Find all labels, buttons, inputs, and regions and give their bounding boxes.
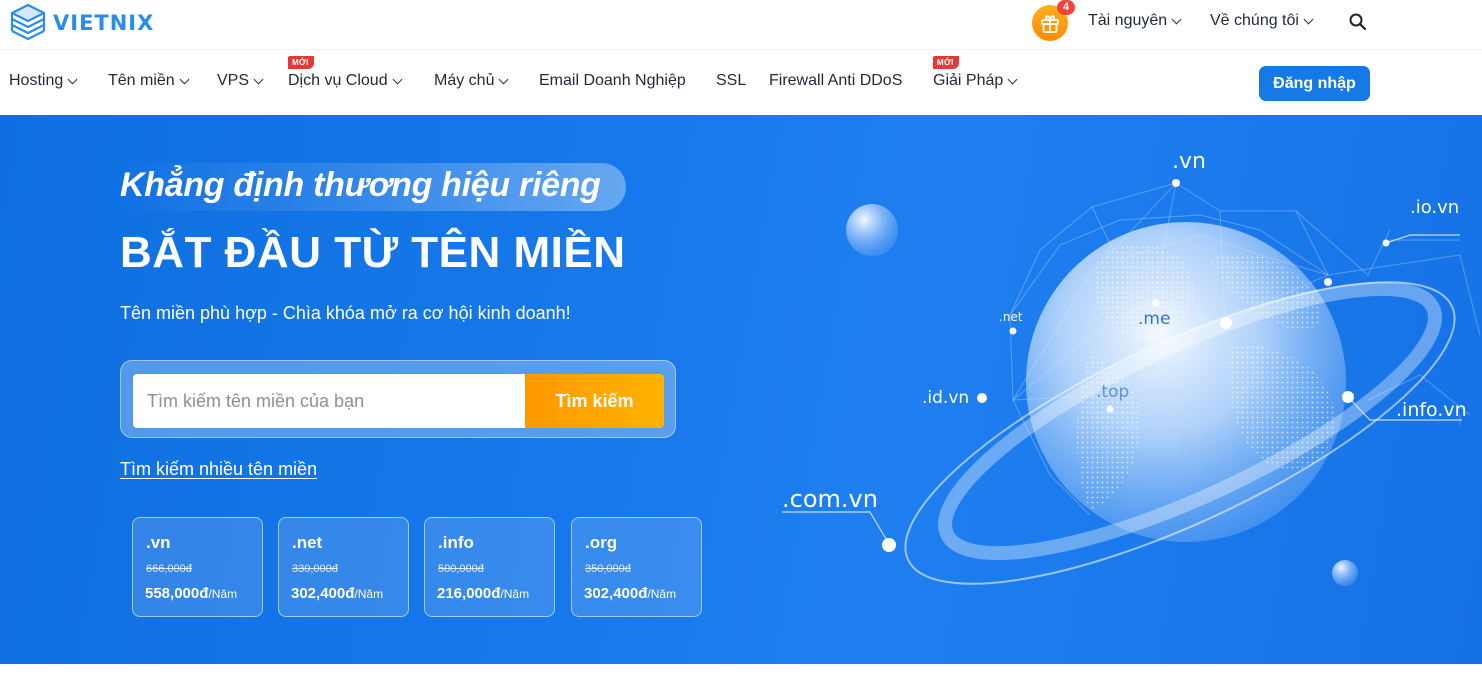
chevron-down-icon	[179, 74, 190, 84]
globe-label-io-vn: .io.vn	[1410, 197, 1460, 218]
chevron-down-icon	[1171, 14, 1182, 24]
stacked-cube-logo-icon	[10, 3, 46, 41]
price-unit: /Năm	[647, 587, 677, 601]
globe-label-id-vn: .id.vn	[922, 388, 970, 408]
price-card-new-price: 302,400đ/Năm	[584, 585, 676, 602]
price-unit: /Năm	[500, 587, 530, 601]
price-card-info[interactable]: .info 500,000đ 216,000đ/Năm	[424, 517, 555, 617]
nav-item-label: Dịch vụ Cloud	[288, 72, 388, 89]
globe-label-com-vn: .com.vn	[782, 485, 878, 513]
gift-icon	[1041, 15, 1059, 33]
price-value: 216,000đ	[437, 585, 501, 602]
hero-slogan: Khẳng định thương hiệu riêng	[120, 166, 601, 204]
globe-label-me: .me	[1138, 309, 1171, 329]
nav-item-ssl[interactable]: SSL	[716, 72, 746, 90]
nav-item-email-doanh-nghiep[interactable]: Email Doanh Nghiệp	[539, 72, 686, 90]
price-value: 302,400đ	[291, 585, 355, 602]
nav-item-label: Tên miền	[108, 72, 175, 89]
brand-logo[interactable]: VIETNIX	[9, 3, 154, 43]
menu-ve-chung-toi-label: Về chúng tôi	[1210, 12, 1299, 29]
price-card-new-price: 216,000đ/Năm	[437, 585, 529, 602]
nav-item-dich-vu-cloud[interactable]: Dịch vụ Cloud	[288, 72, 403, 90]
price-card-old-price: 500,000đ	[438, 563, 484, 575]
search-button[interactable]	[1348, 12, 1368, 32]
chevron-down-icon	[499, 74, 509, 84]
nav-item-label: VPS	[217, 72, 250, 89]
chevron-down-icon	[67, 74, 78, 84]
top-bar: VIETNIX 4 Tài nguyên Về chúng tôi	[0, 0, 1482, 50]
price-card-new-price: 302,400đ/Năm	[291, 585, 383, 602]
price-card-extension: .org	[585, 533, 618, 552]
price-card-vn[interactable]: .vn 666,000đ 558,000đ/Năm	[132, 517, 263, 617]
price-card-extension: .info	[438, 533, 474, 552]
nav-item-vps[interactable]: VPS	[217, 72, 264, 90]
multi-domain-search-link[interactable]: Tìm kiếm nhiều tên miền	[120, 459, 317, 480]
domain-search-box: Tìm kiếm	[120, 360, 676, 438]
floating-sphere	[1332, 560, 1358, 586]
price-value: 558,000đ	[145, 585, 209, 602]
new-badge: MỚI	[288, 56, 314, 69]
chevron-down-icon	[392, 74, 403, 84]
price-card-net[interactable]: .net 330,000đ 302,400đ/Năm	[278, 517, 409, 617]
price-card-extension: .vn	[146, 533, 171, 552]
globe-label-vn: .vn	[1172, 149, 1206, 174]
search-icon	[1349, 13, 1367, 31]
nav-item-label: Email Doanh Nghiệp	[539, 72, 686, 89]
nav-item-ten-mien[interactable]: Tên miền	[108, 72, 190, 90]
chevron-down-icon	[1007, 74, 1018, 84]
domain-search-input[interactable]	[133, 374, 525, 428]
brand-name: VIETNIX	[53, 11, 155, 35]
globe-label-net: .net	[999, 310, 1023, 324]
floating-sphere	[846, 204, 898, 256]
price-card-old-price: 350,000đ	[585, 563, 631, 575]
menu-tai-nguyen[interactable]: Tài nguyên	[1088, 12, 1182, 30]
nav-item-label: Hosting	[9, 72, 64, 89]
price-card-extension: .net	[292, 533, 323, 552]
globe-label-info-vn: .info.vn	[1396, 399, 1467, 421]
nav-item-label: Máy chủ	[434, 72, 495, 89]
globe-label-top: .top	[1096, 382, 1130, 402]
chevron-down-icon	[1303, 14, 1314, 24]
gift-count-badge: 4	[1057, 0, 1075, 15]
new-badge: MỚI	[933, 56, 959, 69]
price-unit: /Năm	[354, 587, 384, 601]
main-nav: Hosting Tên miền VPS MỚI Dịch vụ Cloud M…	[0, 51, 1482, 114]
chevron-down-icon	[253, 74, 264, 84]
nav-item-may-chu[interactable]: Máy chủ	[434, 72, 509, 90]
menu-tai-nguyen-label: Tài nguyên	[1088, 12, 1168, 29]
nav-item-label: SSL	[716, 72, 747, 89]
nav-item-hosting[interactable]: Hosting	[9, 72, 78, 90]
price-card-old-price: 330,000đ	[292, 563, 338, 575]
nav-item-firewall-anti-ddos[interactable]: Firewall Anti DDoS	[769, 72, 902, 90]
price-card-old-price: 666,000đ	[146, 563, 192, 575]
hero-banner: Khẳng định thương hiệu riêng BẮT ĐẦU TỪ …	[0, 115, 1482, 664]
price-unit: /Năm	[208, 587, 238, 601]
login-button[interactable]: Đăng nhập	[1259, 66, 1370, 101]
hero-subline: Tên miền phù hợp - Chìa khóa mở ra cơ hộ…	[120, 303, 571, 323]
price-value: 302,400đ	[584, 585, 648, 602]
price-card-new-price: 558,000đ/Năm	[145, 585, 237, 602]
hero-headline: BẮT ĐẦU TỪ TÊN MIỀN	[120, 228, 626, 277]
domain-search-button[interactable]: Tìm kiếm	[525, 374, 664, 428]
nav-item-giai-phap[interactable]: Giải Pháp	[933, 72, 1018, 90]
price-card-org[interactable]: .org 350,000đ 302,400đ/Năm	[571, 517, 702, 617]
nav-item-label: Giải Pháp	[933, 72, 1004, 89]
nav-item-label: Firewall Anti DDoS	[769, 72, 903, 89]
menu-ve-chung-toi[interactable]: Về chúng tôi	[1210, 12, 1314, 30]
